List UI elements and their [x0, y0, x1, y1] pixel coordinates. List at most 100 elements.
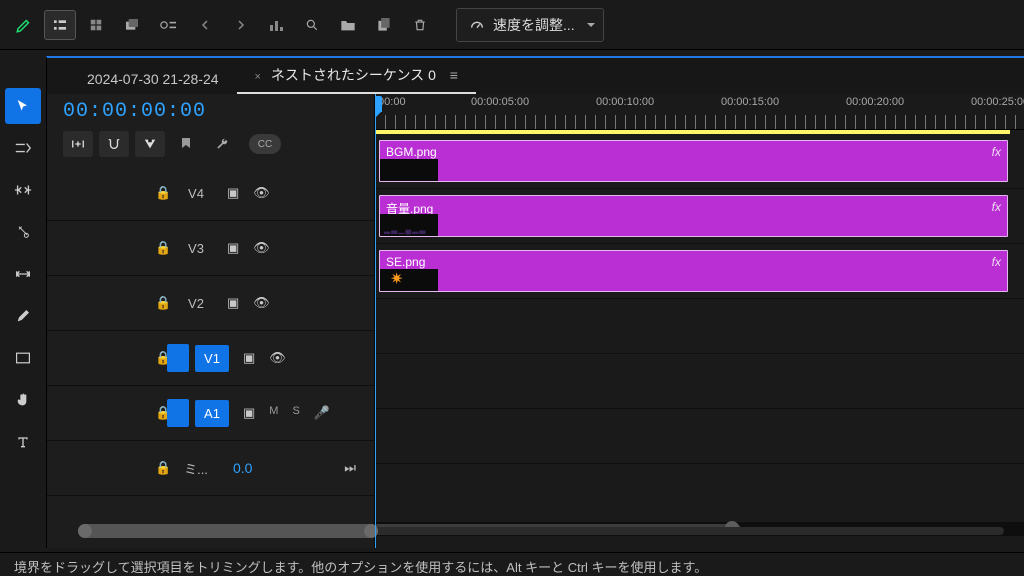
track-select-tool[interactable]: [5, 130, 41, 166]
track-name: V1: [195, 345, 229, 372]
timeline-scrollbar[interactable]: [78, 524, 1012, 538]
eye-icon[interactable]: 👁: [253, 240, 270, 256]
speed-label: 速度を調整...: [493, 15, 575, 35]
forward-icon[interactable]: [224, 10, 256, 40]
track-lane-v3[interactable]: 音量.png fx: [375, 189, 1024, 244]
snap-icon[interactable]: [99, 131, 129, 157]
speed-dropdown[interactable]: 速度を調整...: [456, 8, 604, 42]
marker-icon[interactable]: [171, 131, 201, 157]
settings-wrench-icon[interactable]: [207, 131, 237, 157]
ruler-label: 00:00:10:00: [596, 96, 654, 108]
lock-icon[interactable]: 🔒: [155, 460, 173, 476]
eye-icon[interactable]: 👁: [269, 350, 286, 366]
track-header-v1[interactable]: 🔒 V1 ▣👁: [47, 331, 374, 386]
back-icon[interactable]: [190, 10, 222, 40]
track-header-v4[interactable]: 🔒 V4 ▣ 👁: [47, 166, 374, 221]
type-tool[interactable]: [5, 424, 41, 460]
track-header-v2[interactable]: 🔒 V2 ▣ 👁: [47, 276, 374, 331]
track-name: V2: [179, 296, 213, 311]
selection-tool[interactable]: [5, 88, 41, 124]
tool-palette: [0, 60, 46, 460]
list-view-button[interactable]: [44, 10, 76, 40]
scrollbar-thumb[interactable]: [78, 524, 378, 538]
fx-badge: fx: [992, 255, 1001, 287]
tab-project[interactable]: 2024-07-30 21-28-24: [69, 65, 237, 94]
trash-icon[interactable]: [404, 10, 436, 40]
track-lane-v4[interactable]: BGM.png fx: [375, 134, 1024, 189]
track-name: ミ...: [179, 459, 213, 478]
ruler-label: 00:00:05:00: [471, 96, 529, 108]
mix-level[interactable]: 0.0: [233, 460, 252, 476]
sync-lock-icon[interactable]: ▣: [227, 295, 239, 311]
pen-tool[interactable]: [5, 298, 41, 334]
eye-icon[interactable]: 👁: [253, 295, 270, 311]
clip-se[interactable]: SE.png fx: [379, 250, 1008, 292]
folder-icon[interactable]: [332, 10, 364, 40]
slip-tool[interactable]: [5, 256, 41, 292]
source-patch-a1[interactable]: [167, 399, 189, 427]
fx-badge: fx: [992, 200, 1001, 232]
hand-tool[interactable]: [5, 382, 41, 418]
lock-icon[interactable]: 🔒: [155, 185, 173, 201]
sync-lock-icon[interactable]: ▣: [227, 185, 239, 201]
track-name: V4: [179, 186, 213, 201]
captions-toggle[interactable]: CC: [249, 134, 281, 154]
status-text: 境界をドラッグして選択項目をトリミングします。他のオプションを使用するには、Al…: [14, 560, 707, 575]
gauge-icon: [469, 17, 485, 33]
solo-button[interactable]: S: [292, 405, 299, 421]
stack-icon[interactable]: [116, 10, 148, 40]
clip-thumbnail: [380, 269, 438, 291]
mute-button[interactable]: M: [269, 405, 278, 421]
clip-thumbnail: [380, 214, 438, 236]
track-lane-mix[interactable]: [375, 409, 1024, 464]
track-header-area: 00:00:00:00 CC 🔒 V4 ▣ 👁: [47, 94, 375, 548]
playhead-handle[interactable]: [375, 96, 382, 112]
ripple-edit-tool[interactable]: [5, 172, 41, 208]
timeline-panel: 2024-07-30 21-28-24 × ネストされたシーケンス 0 ≡ 00…: [46, 56, 1024, 548]
lock-icon[interactable]: 🔒: [155, 240, 173, 256]
clip-thumbnail: [380, 159, 438, 181]
close-icon[interactable]: ×: [255, 71, 261, 83]
clip-volume[interactable]: 音量.png fx: [379, 195, 1008, 237]
rectangle-tool[interactable]: [5, 340, 41, 376]
track-name: V3: [179, 241, 213, 256]
new-item-icon[interactable]: [368, 10, 400, 40]
time-ruler[interactable]: :00:00 00:00:05:00 00:00:10:00 00:00:15:…: [375, 94, 1024, 130]
sync-lock-icon[interactable]: ▣: [243, 405, 255, 421]
collapse-icon[interactable]: ⏭: [344, 460, 356, 476]
tab-menu-icon[interactable]: ≡: [450, 67, 458, 83]
clip-bgm[interactable]: BGM.png fx: [379, 140, 1008, 182]
track-header-v3[interactable]: 🔒 V3 ▣ 👁: [47, 221, 374, 276]
track-name: A1: [195, 400, 229, 427]
track-lane-v2[interactable]: SE.png fx: [375, 244, 1024, 299]
ruler-label: 00:00:15:00: [721, 96, 779, 108]
sync-lock-icon[interactable]: ▣: [227, 240, 239, 256]
voice-over-icon[interactable]: 🎤: [314, 405, 330, 421]
source-patch-v1[interactable]: [167, 344, 189, 372]
playhead-timecode[interactable]: 00:00:00:00: [63, 100, 374, 123]
zoom-handle-left[interactable]: [78, 524, 92, 538]
track-lane-a1[interactable]: [375, 354, 1024, 409]
eye-icon[interactable]: 👁: [253, 185, 270, 201]
ruler-label: 00:00:20:00: [846, 96, 904, 108]
playhead-line: [375, 94, 376, 548]
track-header-mix[interactable]: 🔒 ミ... 0.0 ⏭: [47, 441, 374, 496]
insert-mode-icon[interactable]: [63, 131, 93, 157]
marker-options-icon[interactable]: [152, 10, 184, 40]
sequence-tabs: 2024-07-30 21-28-24 × ネストされたシーケンス 0 ≡: [47, 58, 1024, 94]
timeline-content[interactable]: :00:00 00:00:05:00 00:00:10:00 00:00:15:…: [375, 94, 1024, 548]
lock-icon[interactable]: 🔒: [155, 295, 173, 311]
pen-tool-icon[interactable]: [8, 10, 40, 40]
search-icon[interactable]: [296, 10, 328, 40]
track-lane-v1[interactable]: [375, 299, 1024, 354]
tab-label: ネストされたシーケンス 0: [271, 67, 436, 83]
grid-view-button[interactable]: [80, 10, 112, 40]
tab-nested-sequence[interactable]: × ネストされたシーケンス 0 ≡: [237, 59, 476, 94]
sync-lock-icon[interactable]: ▣: [243, 350, 255, 366]
bars-icon[interactable]: [260, 10, 292, 40]
track-header-a1[interactable]: 🔒 A1 ▣ M S 🎤: [47, 386, 374, 441]
linked-selection-icon[interactable]: [135, 131, 165, 157]
fx-badge: fx: [992, 145, 1001, 177]
ruler-label: 00:00:25:00: [971, 96, 1024, 108]
razor-tool[interactable]: [5, 214, 41, 250]
